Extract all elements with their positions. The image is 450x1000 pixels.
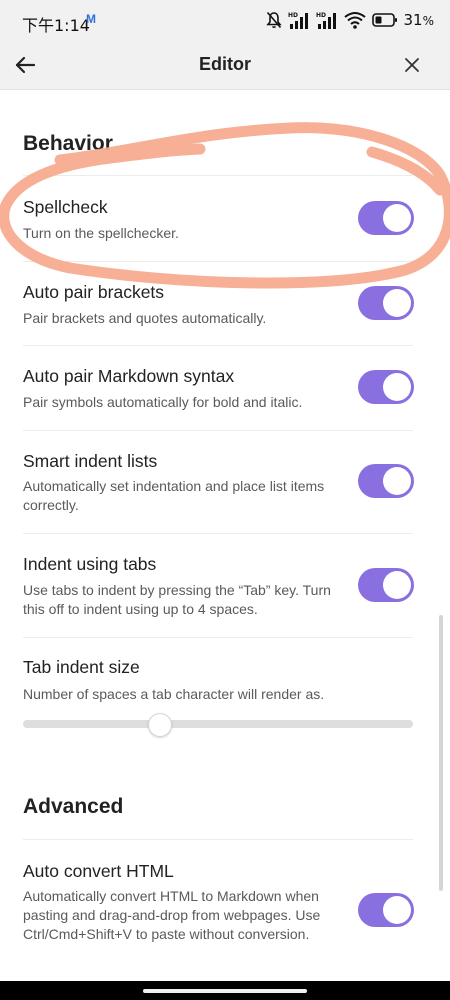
divider	[23, 430, 413, 431]
battery-icon	[371, 13, 397, 27]
tab-indent-slider-thumb[interactable]	[147, 713, 172, 737]
setting-description: Pair brackets and quotes automatically.	[23, 310, 267, 326]
setting-title: Auto convert HTML	[23, 861, 174, 881]
home-indicator[interactable]	[143, 989, 307, 993]
auto-pair-markdown-toggle[interactable]	[358, 370, 414, 404]
setting-description: Pair symbols automatically for bold and …	[23, 394, 303, 410]
setting-title: Indent using tabs	[23, 554, 157, 574]
setting-description: Automatically set indentation and place …	[23, 478, 325, 513]
auto-convert-html-toggle[interactable]	[358, 893, 414, 927]
close-icon[interactable]	[402, 55, 422, 75]
scrollbar[interactable]	[439, 615, 443, 891]
divider	[23, 261, 413, 262]
svg-text:HD: HD	[316, 12, 326, 19]
auto-pair-brackets-toggle[interactable]	[358, 286, 414, 320]
svg-text:HD: HD	[288, 12, 298, 19]
toggle-knob	[383, 204, 411, 232]
setting-description: Use tabs to indent by pressing the “Tab”…	[23, 582, 331, 617]
setting-title: Tab indent size	[23, 657, 140, 677]
setting-title: Auto pair Markdown syntax	[23, 366, 235, 386]
settings-content: Behavior Spellcheck Turn on the spellche…	[0, 91, 450, 981]
section-title-behavior: Behavior	[23, 132, 113, 155]
divider	[23, 175, 413, 176]
section-title-advanced: Advanced	[23, 795, 124, 818]
page-title: Editor	[199, 54, 251, 74]
setting-title: Spellcheck	[23, 197, 108, 217]
divider	[23, 345, 413, 346]
status-time: 下午1:14	[22, 16, 90, 35]
toggle-knob	[383, 289, 411, 317]
spellcheck-toggle[interactable]	[358, 201, 414, 235]
hd-signal-icon: HD	[288, 12, 308, 29]
hd-signal-icon: HD	[316, 12, 336, 29]
tab-indent-slider-track[interactable]	[23, 720, 413, 728]
toggle-knob	[383, 373, 411, 401]
setting-description: Turn on the spellchecker.	[23, 225, 179, 241]
setting-description: Automatically convert HTML to Markdown w…	[23, 888, 321, 942]
bell-mute-icon	[265, 11, 282, 29]
mail-notification-icon: M	[86, 12, 96, 26]
smart-indent-lists-toggle[interactable]	[358, 464, 414, 498]
status-icons: HD HD 31%	[265, 10, 435, 30]
setting-title: Smart indent lists	[23, 451, 158, 471]
indent-using-tabs-toggle[interactable]	[358, 568, 414, 602]
toggle-knob	[383, 896, 411, 924]
battery-percentage: 31%	[403, 11, 435, 29]
wifi-icon	[343, 12, 366, 29]
app-header: Editor	[0, 40, 450, 90]
toggle-knob	[383, 467, 411, 495]
setting-title: Auto pair brackets	[23, 282, 165, 302]
divider	[23, 533, 413, 534]
divider	[23, 637, 413, 638]
screen: 下午1:14 M HD HD 31% Editor Behavior Spell…	[0, 0, 450, 1000]
system-nav-bar	[0, 981, 450, 1000]
divider	[23, 839, 413, 840]
status-bar: 下午1:14 M HD HD 31%	[0, 0, 450, 40]
toggle-knob	[383, 571, 411, 599]
setting-description: Number of spaces a tab character will re…	[23, 686, 325, 702]
